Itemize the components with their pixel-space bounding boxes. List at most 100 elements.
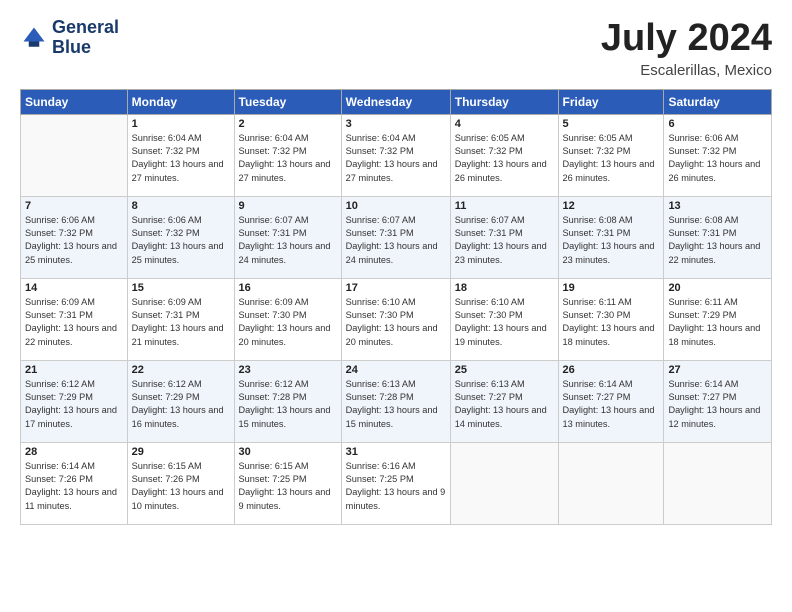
table-row: 17 Sunrise: 6:10 AMSunset: 7:30 PMDayligh… <box>341 278 450 360</box>
table-row: 5Sunrise: 6:05 AMSunset: 7:32 PMDaylight… <box>558 114 664 196</box>
day-info: Sunrise: 6:04 AMSunset: 7:32 PMDaylight:… <box>346 132 446 185</box>
col-monday: Monday <box>127 89 234 114</box>
calendar-week-row: 7 Sunrise: 6:06 AMSunset: 7:32 PMDaylight… <box>21 196 772 278</box>
day-info: Sunrise: 6:05 AMSunset: 7:32 PMDaylight:… <box>455 132 554 185</box>
day-info: Sunrise: 6:12 AMSunset: 7:28 PMDaylight:… <box>239 378 337 431</box>
day-number: 5 <box>563 118 660 130</box>
table-row: 16 Sunrise: 6:09 AMSunset: 7:30 PMDayligh… <box>234 278 341 360</box>
day-info: Sunrise: 6:06 AMSunset: 7:32 PMDaylight:… <box>25 214 123 267</box>
day-info: Sunrise: 6:06 AMSunset: 7:32 PMDaylight:… <box>132 214 230 267</box>
table-row: 13Sunrise: 6:08 AMSunset: 7:31 PMDayligh… <box>664 196 772 278</box>
table-row: 8 Sunrise: 6:06 AMSunset: 7:32 PMDaylight… <box>127 196 234 278</box>
table-row: 29Sunrise: 6:15 AMSunset: 7:26 PMDayligh… <box>127 442 234 524</box>
table-row: 15 Sunrise: 6:09 AMSunset: 7:31 PMDayligh… <box>127 278 234 360</box>
day-number: 10 <box>346 200 446 212</box>
table-row <box>21 114 128 196</box>
day-number: 26 <box>563 364 660 376</box>
day-number: 27 <box>668 364 767 376</box>
month-title: July 2024 <box>601 18 772 60</box>
table-row: 2Sunrise: 6:04 AMSunset: 7:32 PMDaylight… <box>234 114 341 196</box>
table-row: 26Sunrise: 6:14 AMSunset: 7:27 PMDayligh… <box>558 360 664 442</box>
day-number: 23 <box>239 364 337 376</box>
logo: General Blue <box>20 18 119 58</box>
table-row: 31 Sunrise: 6:16 AMSunset: 7:25 PMDayligh… <box>341 442 450 524</box>
col-friday: Friday <box>558 89 664 114</box>
day-info: Sunrise: 6:11 AMSunset: 7:30 PMDaylight:… <box>563 296 660 349</box>
day-number: 18 <box>455 282 554 294</box>
day-info: Sunrise: 6:04 AMSunset: 7:32 PMDaylight:… <box>239 132 337 185</box>
table-row: 4Sunrise: 6:05 AMSunset: 7:32 PMDaylight… <box>450 114 558 196</box>
table-row: 25 Sunrise: 6:13 AMSunset: 7:27 PMDayligh… <box>450 360 558 442</box>
day-number: 30 <box>239 446 337 458</box>
day-number: 31 <box>346 446 446 458</box>
table-row: 27 Sunrise: 6:14 AMSunset: 7:27 PMDayligh… <box>664 360 772 442</box>
col-tuesday: Tuesday <box>234 89 341 114</box>
day-number: 22 <box>132 364 230 376</box>
day-number: 8 <box>132 200 230 212</box>
table-row <box>450 442 558 524</box>
day-info: Sunrise: 6:09 AMSunset: 7:30 PMDaylight:… <box>239 296 337 349</box>
day-info: Sunrise: 6:12 AMSunset: 7:29 PMDaylight:… <box>25 378 123 431</box>
table-row: 20Sunrise: 6:11 AMSunset: 7:29 PMDayligh… <box>664 278 772 360</box>
day-info: Sunrise: 6:09 AMSunset: 7:31 PMDaylight:… <box>132 296 230 349</box>
table-row: 22 Sunrise: 6:12 AMSunset: 7:29 PMDayligh… <box>127 360 234 442</box>
day-info: Sunrise: 6:06 AMSunset: 7:32 PMDaylight:… <box>668 132 767 185</box>
title-block: July 2024 Escalerillas, Mexico <box>601 18 772 79</box>
day-info: Sunrise: 6:14 AMSunset: 7:26 PMDaylight:… <box>25 460 123 513</box>
calendar-week-row: 21 Sunrise: 6:12 AMSunset: 7:29 PMDayligh… <box>21 360 772 442</box>
page-header: General Blue July 2024 Escalerillas, Mex… <box>20 18 772 79</box>
col-sunday: Sunday <box>21 89 128 114</box>
day-number: 25 <box>455 364 554 376</box>
table-row: 11 Sunrise: 6:07 AMSunset: 7:31 PMDayligh… <box>450 196 558 278</box>
table-row: 1 Sunrise: 6:04 AMSunset: 7:32 PMDaylight… <box>127 114 234 196</box>
day-info: Sunrise: 6:15 AMSunset: 7:25 PMDaylight:… <box>239 460 337 513</box>
day-info: Sunrise: 6:07 AMSunset: 7:31 PMDaylight:… <box>346 214 446 267</box>
table-row: 6Sunrise: 6:06 AMSunset: 7:32 PMDaylight… <box>664 114 772 196</box>
table-row: 7 Sunrise: 6:06 AMSunset: 7:32 PMDaylight… <box>21 196 128 278</box>
day-info: Sunrise: 6:04 AMSunset: 7:32 PMDaylight:… <box>132 132 230 185</box>
day-info: Sunrise: 6:07 AMSunset: 7:31 PMDaylight:… <box>455 214 554 267</box>
day-info: Sunrise: 6:13 AMSunset: 7:28 PMDaylight:… <box>346 378 446 431</box>
day-number: 12 <box>563 200 660 212</box>
logo-text: General Blue <box>52 18 119 58</box>
table-row: 30 Sunrise: 6:15 AMSunset: 7:25 PMDayligh… <box>234 442 341 524</box>
day-info: Sunrise: 6:13 AMSunset: 7:27 PMDaylight:… <box>455 378 554 431</box>
day-info: Sunrise: 6:10 AMSunset: 7:30 PMDaylight:… <box>455 296 554 349</box>
calendar-week-row: 28 Sunrise: 6:14 AMSunset: 7:26 PMDayligh… <box>21 442 772 524</box>
table-row: 18 Sunrise: 6:10 AMSunset: 7:30 PMDayligh… <box>450 278 558 360</box>
day-info: Sunrise: 6:16 AMSunset: 7:25 PMDaylight:… <box>346 460 446 513</box>
day-info: Sunrise: 6:08 AMSunset: 7:31 PMDaylight:… <box>668 214 767 267</box>
calendar-week-row: 1 Sunrise: 6:04 AMSunset: 7:32 PMDaylight… <box>21 114 772 196</box>
table-row: 3Sunrise: 6:04 AMSunset: 7:32 PMDaylight… <box>341 114 450 196</box>
day-info: Sunrise: 6:10 AMSunset: 7:30 PMDaylight:… <box>346 296 446 349</box>
day-info: Sunrise: 6:14 AMSunset: 7:27 PMDaylight:… <box>668 378 767 431</box>
table-row: 23 Sunrise: 6:12 AMSunset: 7:28 PMDayligh… <box>234 360 341 442</box>
day-number: 9 <box>239 200 337 212</box>
day-info: Sunrise: 6:12 AMSunset: 7:29 PMDaylight:… <box>132 378 230 431</box>
calendar-header-row: Sunday Monday Tuesday Wednesday Thursday… <box>21 89 772 114</box>
day-info: Sunrise: 6:07 AMSunset: 7:31 PMDaylight:… <box>239 214 337 267</box>
table-row: 19 Sunrise: 6:11 AMSunset: 7:30 PMDayligh… <box>558 278 664 360</box>
day-number: 21 <box>25 364 123 376</box>
day-number: 1 <box>132 118 230 130</box>
day-number: 16 <box>239 282 337 294</box>
day-number: 11 <box>455 200 554 212</box>
calendar-table: Sunday Monday Tuesday Wednesday Thursday… <box>20 89 772 525</box>
table-row <box>558 442 664 524</box>
day-info: Sunrise: 6:08 AMSunset: 7:31 PMDaylight:… <box>563 214 660 267</box>
day-number: 15 <box>132 282 230 294</box>
table-row: 21 Sunrise: 6:12 AMSunset: 7:29 PMDayligh… <box>21 360 128 442</box>
calendar-week-row: 14 Sunrise: 6:09 AMSunset: 7:31 PMDayligh… <box>21 278 772 360</box>
day-info: Sunrise: 6:11 AMSunset: 7:29 PMDaylight:… <box>668 296 767 349</box>
location-title: Escalerillas, Mexico <box>601 62 772 79</box>
logo-icon <box>20 24 48 52</box>
table-row: 28 Sunrise: 6:14 AMSunset: 7:26 PMDayligh… <box>21 442 128 524</box>
table-row: 10 Sunrise: 6:07 AMSunset: 7:31 PMDayligh… <box>341 196 450 278</box>
day-number: 7 <box>25 200 123 212</box>
col-saturday: Saturday <box>664 89 772 114</box>
day-number: 14 <box>25 282 123 294</box>
col-wednesday: Wednesday <box>341 89 450 114</box>
day-number: 28 <box>25 446 123 458</box>
day-number: 17 <box>346 282 446 294</box>
day-number: 19 <box>563 282 660 294</box>
